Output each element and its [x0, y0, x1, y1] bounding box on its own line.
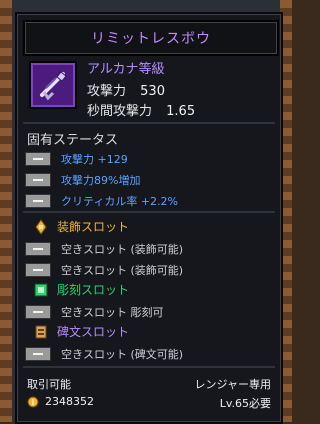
unique-status-line: 攻撃力 +129 — [25, 151, 128, 167]
stat-attack-speed: 秒間攻撃力 1.65 — [87, 100, 195, 119]
coin-icon — [27, 396, 39, 407]
jewel-slot-line: 空きスロット (装飾可能) — [25, 241, 183, 257]
class-restriction: レンジャー専用 — [194, 378, 271, 391]
unique-status-title: 固有ステータス — [27, 133, 119, 148]
rune-slot-icon — [35, 325, 47, 338]
unique-status-text: クリティカル率 +2.2% — [61, 195, 178, 208]
jewel-slot-text: 空きスロット (装飾可能) — [61, 264, 184, 277]
item-grade: アルカナ等級 — [87, 62, 165, 77]
minus-icon — [25, 305, 51, 319]
jewel-slot-title: 装飾スロット — [57, 220, 130, 234]
engrave-slot-icon — [34, 283, 48, 296]
minus-icon — [25, 347, 51, 361]
jewel-slot-icon — [35, 218, 47, 235]
stat-value: 1.65 — [166, 104, 196, 119]
stat-label: 秒間攻撃力 — [87, 104, 153, 119]
jewel-slot-text: 空きスロット (装飾可能) — [61, 243, 184, 256]
item-name: リミットレスボウ — [91, 31, 211, 47]
level-requirement: Lv.65必要 — [219, 397, 271, 410]
engrave-slot-title: 彫刻スロット — [57, 283, 130, 297]
engrave-slot-line: 空きスロット 彫刻可 — [25, 304, 164, 320]
minus-icon — [25, 242, 51, 256]
divider — [23, 366, 275, 368]
unique-status-text: 攻撃力89%増加 — [61, 174, 141, 187]
engrave-slot-text: 空きスロット 彫刻可 — [61, 306, 164, 319]
tradable-text: 取引可能 — [27, 378, 71, 391]
stat-label: 攻撃力 — [87, 84, 127, 99]
minus-icon — [25, 173, 51, 187]
divider — [23, 122, 275, 124]
stat-value: 530 — [140, 84, 165, 99]
price-value: 2348352 — [45, 395, 94, 408]
unique-status-line: クリティカル率 +2.2% — [25, 193, 178, 209]
unique-status-line: 攻撃力89%増加 — [25, 172, 140, 188]
unique-status-text: 攻撃力 +129 — [61, 153, 128, 166]
minus-icon — [25, 194, 51, 208]
stat-attack: 攻撃力 530 — [87, 80, 165, 99]
rune-slot-title: 碑文スロット — [57, 325, 130, 339]
bow-icon — [40, 71, 67, 101]
item-tooltip: リミットレスボウ アルカナ等級 攻撃力 530 秒間攻撃力 1.65 固有ステー… — [15, 12, 283, 424]
divider — [23, 211, 275, 213]
engrave-slot-header: 彫刻スロット — [33, 281, 129, 298]
minus-icon — [25, 152, 51, 166]
rune-slot-header: 碑文スロット — [33, 323, 129, 340]
item-title-bar: リミットレスボウ — [23, 20, 279, 56]
minus-icon — [25, 263, 51, 277]
jewel-slot-header: 装飾スロット — [33, 218, 129, 235]
rune-slot-text: 空きスロット (碑文可能) — [61, 348, 184, 361]
rune-slot-line: 空きスロット (碑文可能) — [25, 346, 183, 362]
jewel-slot-line: 空きスロット (装飾可能) — [25, 262, 183, 278]
price-row: 2348352 — [27, 395, 94, 408]
item-icon-frame — [29, 61, 77, 109]
